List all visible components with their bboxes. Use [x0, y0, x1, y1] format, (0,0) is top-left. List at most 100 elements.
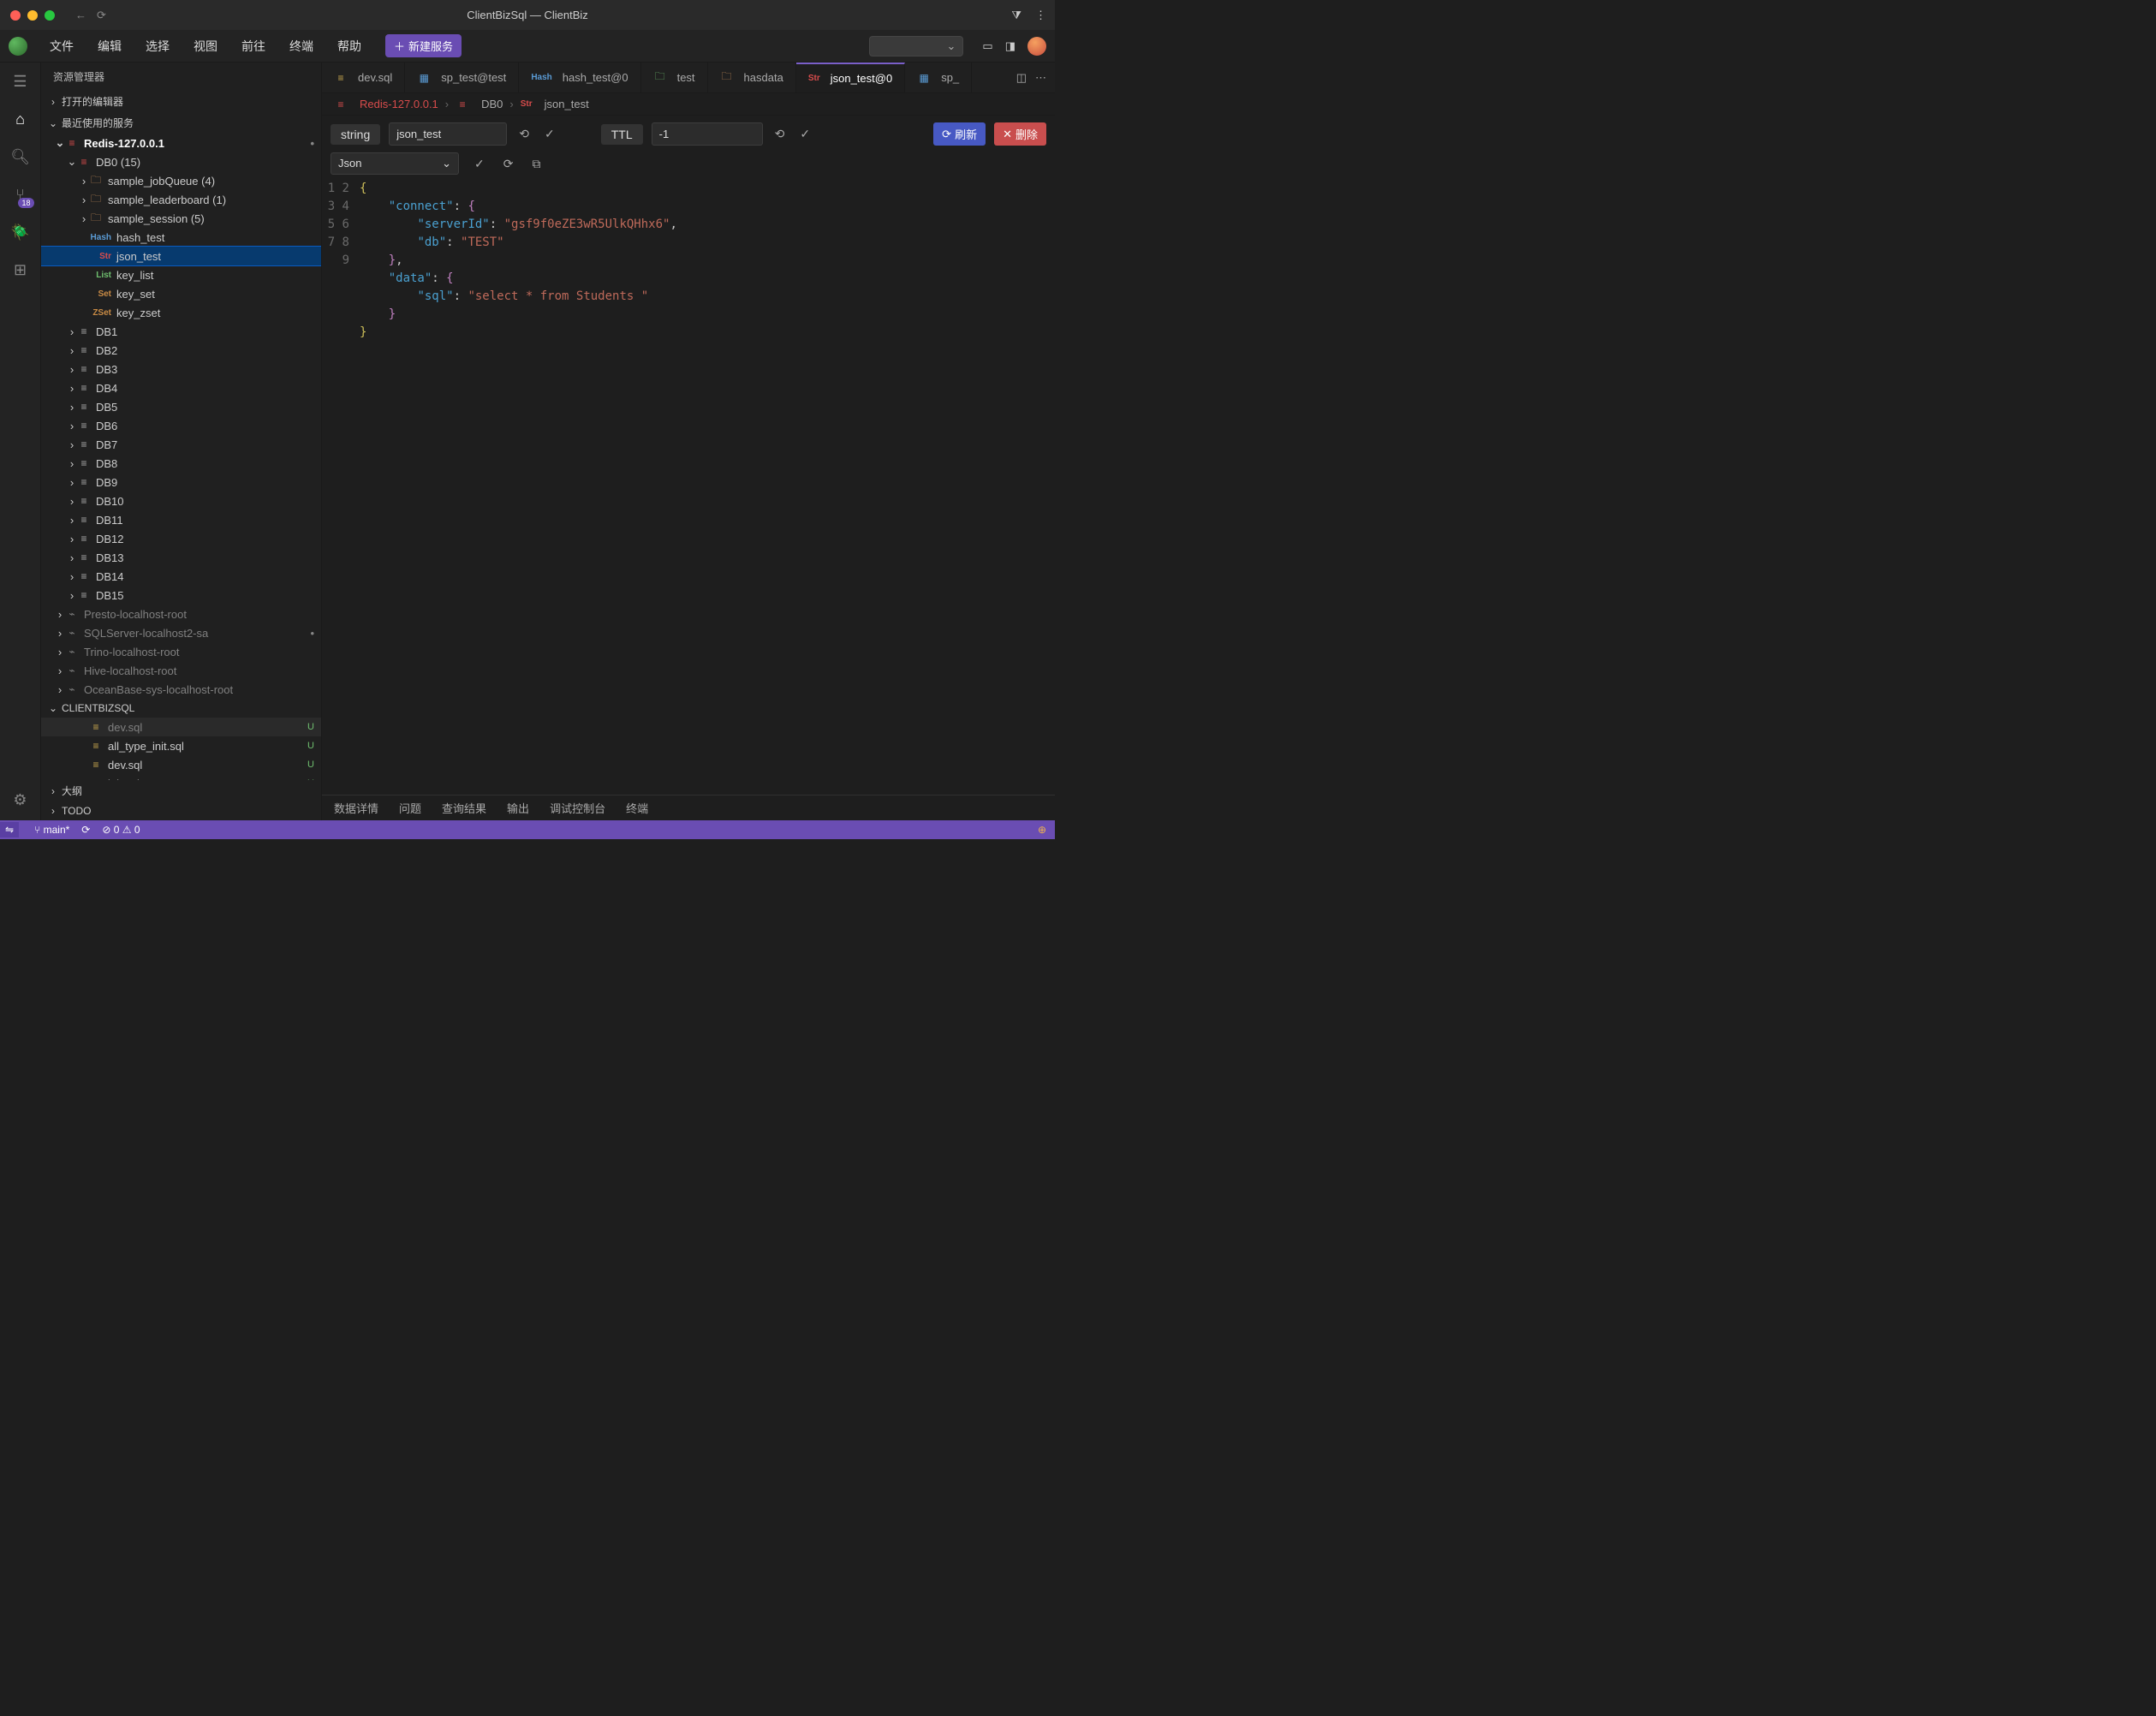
- menu-select[interactable]: 选择: [135, 34, 180, 58]
- split-editor-icon[interactable]: ◫: [1016, 71, 1027, 85]
- new-service-button[interactable]: ＋新建服务: [385, 34, 462, 57]
- close-window[interactable]: [10, 10, 21, 21]
- file-row[interactable]: ≡dev.sqlU: [41, 755, 321, 774]
- tab-dev-sql[interactable]: ≡dev.sql: [322, 63, 405, 92]
- db-row[interactable]: ›≡DB9: [41, 473, 321, 492]
- activity-explorer[interactable]: ☰: [10, 71, 31, 92]
- layout-bottom-icon[interactable]: ▭: [982, 39, 992, 53]
- activity-debug[interactable]: 🪲: [10, 222, 31, 242]
- db0[interactable]: ⌄≡DB0 (15): [41, 152, 321, 171]
- key-json-test[interactable]: Strjson_test: [41, 247, 321, 265]
- panel-tab[interactable]: 查询结果: [442, 800, 486, 816]
- section-recent[interactable]: ⌄最近使用的服务: [41, 112, 321, 134]
- db-row[interactable]: ›≡DB4: [41, 378, 321, 397]
- undo-name-icon[interactable]: ⟲: [515, 123, 533, 145]
- branch-indicator[interactable]: ⑂ main*: [34, 824, 69, 836]
- section-todo[interactable]: ›TODO: [41, 801, 321, 820]
- db-row[interactable]: ›≡DB6: [41, 416, 321, 435]
- reload-value-icon[interactable]: ⟳: [500, 153, 517, 175]
- tab-hash-test[interactable]: Hashhash_test@0: [519, 63, 640, 92]
- maximize-window[interactable]: [45, 10, 55, 21]
- menu-help[interactable]: 帮助: [327, 34, 372, 58]
- activity-database[interactable]: ⌂: [10, 109, 31, 129]
- db-row[interactable]: ›≡DB2: [41, 341, 321, 360]
- activity-settings[interactable]: ⚙: [10, 789, 31, 810]
- activity-search[interactable]: 🔍︎: [10, 146, 31, 167]
- remote-indicator[interactable]: ⇋: [0, 822, 19, 837]
- key-list[interactable]: Listkey_list: [41, 265, 321, 284]
- activity-scm[interactable]: ⑂18: [10, 184, 31, 205]
- db-row[interactable]: ›≡DB13: [41, 548, 321, 567]
- crumb-conn[interactable]: Redis-127.0.0.1: [360, 98, 438, 110]
- tab-sp-test[interactable]: ▦sp_test@test: [405, 63, 519, 92]
- minimize-window[interactable]: [27, 10, 38, 21]
- user-avatar[interactable]: [1027, 37, 1046, 56]
- activity-extensions[interactable]: ⊞: [10, 259, 31, 280]
- tab-hasdata[interactable]: 🗀hasdata: [708, 63, 796, 92]
- copy-value-icon[interactable]: ⧉: [528, 153, 544, 175]
- file-row[interactable]: ≡dev.sqlU: [41, 718, 321, 736]
- more-icon[interactable]: ⋮: [1035, 9, 1046, 22]
- folder-row[interactable]: ›🗀sample_jobQueue (4): [41, 171, 321, 190]
- conn-row[interactable]: ›⌁Presto-localhost-root: [41, 605, 321, 623]
- db-row[interactable]: ›≡DB3: [41, 360, 321, 378]
- code-body[interactable]: { "connect": { "serverId": "gsf9f0eZE3wR…: [360, 180, 677, 342]
- tab-test[interactable]: 🗀test: [641, 63, 708, 92]
- menu-file[interactable]: 文件: [39, 34, 84, 58]
- db-row[interactable]: ›≡DB7: [41, 435, 321, 454]
- refresh-button[interactable]: ⟳刷新: [933, 122, 986, 146]
- conn-row[interactable]: ›⌁SQLServer-localhost2-sa•: [41, 623, 321, 642]
- key-name-input[interactable]: [389, 122, 507, 146]
- conn-redis[interactable]: ⌄≡Redis-127.0.0.1•: [41, 134, 321, 152]
- conn-row[interactable]: ›⌁Hive-localhost-root: [41, 661, 321, 680]
- undo-ttl-icon[interactable]: ⟲: [771, 123, 789, 145]
- ttl-input[interactable]: [652, 122, 763, 146]
- panel-tab[interactable]: 终端: [626, 800, 648, 816]
- code-editor[interactable]: 1 2 3 4 5 6 7 8 9 { "connect": { "server…: [322, 180, 1055, 342]
- delete-button[interactable]: ✕删除: [994, 122, 1046, 146]
- conn-row[interactable]: ›⌁OceanBase-sys-localhost-root: [41, 680, 321, 699]
- db-row[interactable]: ›≡DB1: [41, 322, 321, 341]
- section-open-editors[interactable]: ›打开的编辑器: [41, 91, 321, 112]
- notifications-icon[interactable]: ⊕: [1038, 824, 1046, 836]
- connection-selector[interactable]: [869, 36, 963, 57]
- panel-tab[interactable]: 调试控制台: [550, 800, 605, 816]
- db-row[interactable]: ›≡DB10: [41, 492, 321, 510]
- tab-more-icon[interactable]: ⋯: [1035, 71, 1046, 85]
- db-row[interactable]: ›≡DB5: [41, 397, 321, 416]
- db-row[interactable]: ›≡DB15: [41, 586, 321, 605]
- key-zset[interactable]: ZSetkey_zset: [41, 303, 321, 322]
- extensions-icon[interactable]: ⧩: [1011, 9, 1021, 22]
- tab-sp[interactable]: ▦sp_: [905, 63, 972, 92]
- sync-indicator[interactable]: ⟳: [81, 824, 90, 836]
- file-row[interactable]: ≡init.sqlU: [41, 774, 321, 780]
- problems-indicator[interactable]: ⊘ 0 ⚠ 0: [102, 824, 140, 836]
- folder-row[interactable]: ›🗀sample_leaderboard (1): [41, 190, 321, 209]
- crumb-key[interactable]: json_test: [545, 98, 589, 110]
- crumb-db[interactable]: DB0: [481, 98, 503, 110]
- panel-tab[interactable]: 输出: [507, 800, 529, 816]
- db-row[interactable]: ›≡DB14: [41, 567, 321, 586]
- db-row[interactable]: ›≡DB8: [41, 454, 321, 473]
- conn-row[interactable]: ›⌁Trino-localhost-root: [41, 642, 321, 661]
- apply-ttl-icon[interactable]: ✓: [796, 123, 813, 145]
- layout-side-icon[interactable]: ◨: [1005, 39, 1015, 53]
- format-select[interactable]: Json⌄: [331, 152, 459, 175]
- menu-terminal[interactable]: 终端: [279, 34, 324, 58]
- nav-reload[interactable]: ⟳: [97, 9, 106, 22]
- key-hash[interactable]: Hashhash_test: [41, 228, 321, 247]
- db-row[interactable]: ›≡DB12: [41, 529, 321, 548]
- section-project[interactable]: ⌄CLIENTBIZSQL: [41, 699, 321, 718]
- tab-json-test[interactable]: Strjson_test@0: [796, 63, 905, 92]
- menu-go[interactable]: 前往: [231, 34, 276, 58]
- db-row[interactable]: ›≡DB11: [41, 510, 321, 529]
- panel-tab[interactable]: 数据详情: [334, 800, 378, 816]
- apply-value-icon[interactable]: ✓: [471, 153, 488, 175]
- folder-row[interactable]: ›🗀sample_session (5): [41, 209, 321, 228]
- nav-back[interactable]: ←: [75, 9, 86, 22]
- menu-edit[interactable]: 编辑: [87, 34, 132, 58]
- menu-view[interactable]: 视图: [183, 34, 228, 58]
- key-set[interactable]: Setkey_set: [41, 284, 321, 303]
- apply-name-icon[interactable]: ✓: [541, 123, 558, 145]
- panel-tab[interactable]: 问题: [399, 800, 421, 816]
